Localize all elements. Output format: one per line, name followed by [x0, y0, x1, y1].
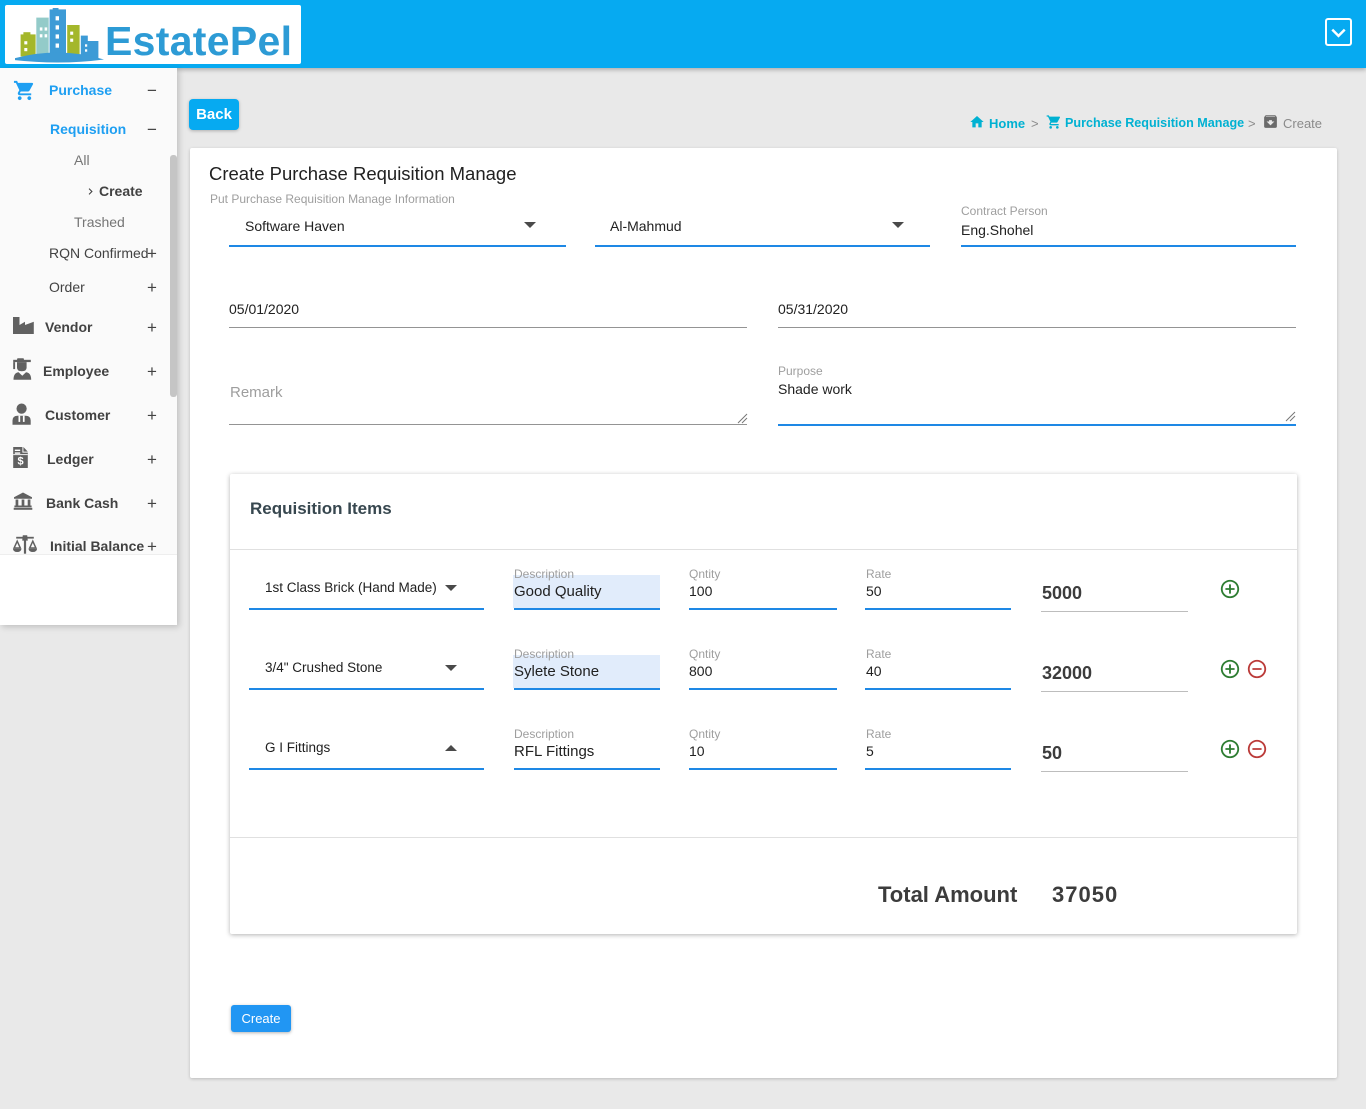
svg-text:$: $	[18, 456, 24, 468]
